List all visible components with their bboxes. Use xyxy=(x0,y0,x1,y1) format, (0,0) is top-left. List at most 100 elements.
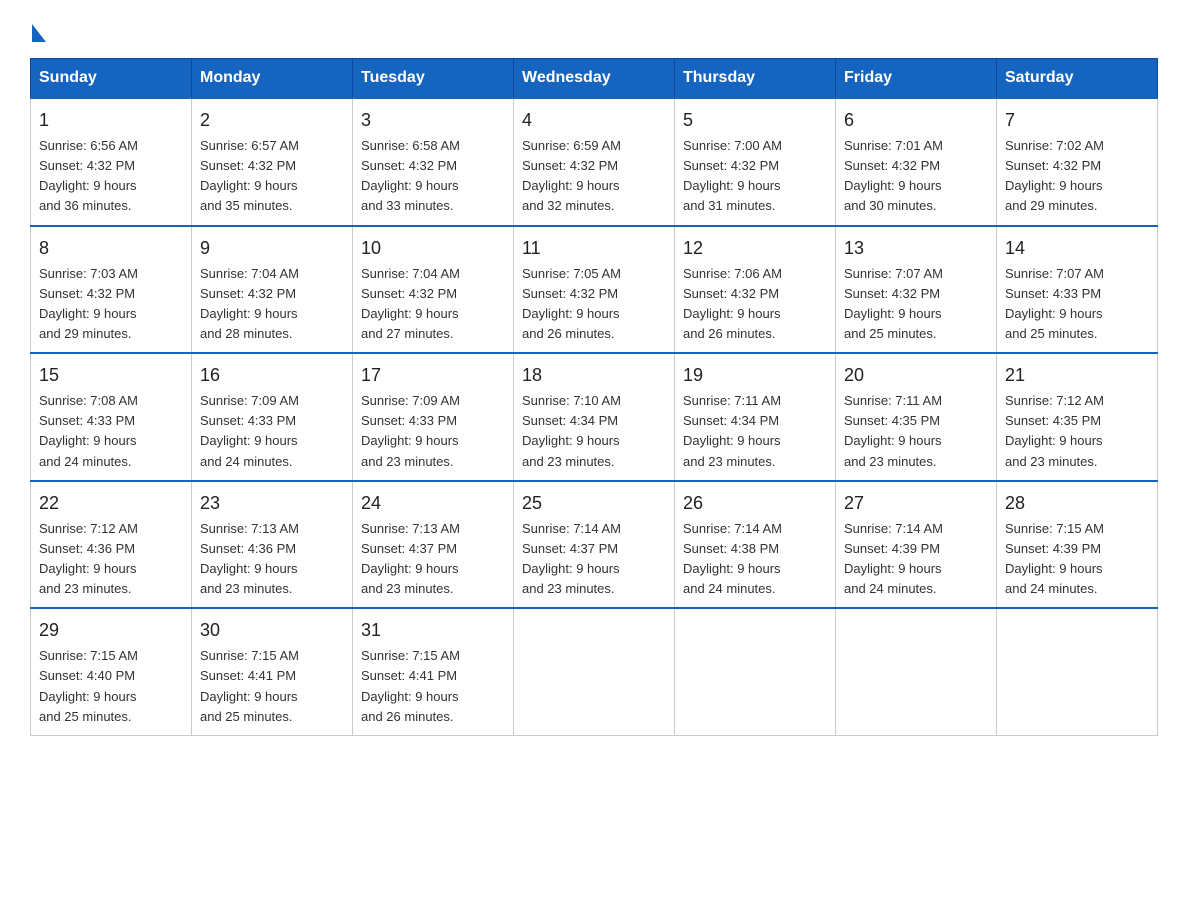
day-number: 14 xyxy=(1005,235,1149,262)
calendar-cell: 21 Sunrise: 7:12 AMSunset: 4:35 PMDaylig… xyxy=(997,353,1158,481)
day-info: Sunrise: 7:05 AMSunset: 4:32 PMDaylight:… xyxy=(522,266,621,341)
day-info: Sunrise: 7:03 AMSunset: 4:32 PMDaylight:… xyxy=(39,266,138,341)
day-info: Sunrise: 7:12 AMSunset: 4:36 PMDaylight:… xyxy=(39,521,138,596)
day-info: Sunrise: 7:07 AMSunset: 4:32 PMDaylight:… xyxy=(844,266,943,341)
day-number: 3 xyxy=(361,107,505,134)
calendar-cell: 4 Sunrise: 6:59 AMSunset: 4:32 PMDayligh… xyxy=(514,98,675,226)
calendar-cell: 10 Sunrise: 7:04 AMSunset: 4:32 PMDaylig… xyxy=(353,226,514,354)
day-number: 26 xyxy=(683,490,827,517)
day-number: 28 xyxy=(1005,490,1149,517)
days-of-week-row: SundayMondayTuesdayWednesdayThursdayFrid… xyxy=(31,59,1158,99)
day-info: Sunrise: 7:15 AMSunset: 4:41 PMDaylight:… xyxy=(200,648,299,723)
day-number: 19 xyxy=(683,362,827,389)
day-number: 31 xyxy=(361,617,505,644)
calendar-cell: 23 Sunrise: 7:13 AMSunset: 4:36 PMDaylig… xyxy=(192,481,353,609)
day-of-week-header: Wednesday xyxy=(514,59,675,99)
calendar-week-row: 15 Sunrise: 7:08 AMSunset: 4:33 PMDaylig… xyxy=(31,353,1158,481)
day-info: Sunrise: 6:57 AMSunset: 4:32 PMDaylight:… xyxy=(200,138,299,213)
day-number: 10 xyxy=(361,235,505,262)
calendar-table: SundayMondayTuesdayWednesdayThursdayFrid… xyxy=(30,58,1158,736)
day-info: Sunrise: 7:15 AMSunset: 4:40 PMDaylight:… xyxy=(39,648,138,723)
calendar-cell: 15 Sunrise: 7:08 AMSunset: 4:33 PMDaylig… xyxy=(31,353,192,481)
calendar-cell: 24 Sunrise: 7:13 AMSunset: 4:37 PMDaylig… xyxy=(353,481,514,609)
calendar-cell: 3 Sunrise: 6:58 AMSunset: 4:32 PMDayligh… xyxy=(353,98,514,226)
calendar-cell: 31 Sunrise: 7:15 AMSunset: 4:41 PMDaylig… xyxy=(353,608,514,735)
day-number: 6 xyxy=(844,107,988,134)
day-number: 18 xyxy=(522,362,666,389)
day-number: 8 xyxy=(39,235,183,262)
calendar-cell xyxy=(836,608,997,735)
calendar-cell: 17 Sunrise: 7:09 AMSunset: 4:33 PMDaylig… xyxy=(353,353,514,481)
day-of-week-header: Sunday xyxy=(31,59,192,99)
day-info: Sunrise: 7:14 AMSunset: 4:37 PMDaylight:… xyxy=(522,521,621,596)
day-info: Sunrise: 7:11 AMSunset: 4:34 PMDaylight:… xyxy=(683,393,781,468)
day-number: 11 xyxy=(522,235,666,262)
calendar-cell: 25 Sunrise: 7:14 AMSunset: 4:37 PMDaylig… xyxy=(514,481,675,609)
logo xyxy=(30,20,46,38)
day-info: Sunrise: 7:04 AMSunset: 4:32 PMDaylight:… xyxy=(200,266,299,341)
calendar-cell: 22 Sunrise: 7:12 AMSunset: 4:36 PMDaylig… xyxy=(31,481,192,609)
day-info: Sunrise: 7:12 AMSunset: 4:35 PMDaylight:… xyxy=(1005,393,1104,468)
day-number: 12 xyxy=(683,235,827,262)
day-number: 9 xyxy=(200,235,344,262)
day-info: Sunrise: 7:15 AMSunset: 4:41 PMDaylight:… xyxy=(361,648,460,723)
day-number: 27 xyxy=(844,490,988,517)
day-number: 25 xyxy=(522,490,666,517)
day-number: 30 xyxy=(200,617,344,644)
calendar-cell: 18 Sunrise: 7:10 AMSunset: 4:34 PMDaylig… xyxy=(514,353,675,481)
day-info: Sunrise: 7:09 AMSunset: 4:33 PMDaylight:… xyxy=(200,393,299,468)
day-of-week-header: Tuesday xyxy=(353,59,514,99)
day-number: 21 xyxy=(1005,362,1149,389)
calendar-cell: 26 Sunrise: 7:14 AMSunset: 4:38 PMDaylig… xyxy=(675,481,836,609)
day-info: Sunrise: 7:02 AMSunset: 4:32 PMDaylight:… xyxy=(1005,138,1104,213)
day-of-week-header: Friday xyxy=(836,59,997,99)
day-number: 13 xyxy=(844,235,988,262)
calendar-cell xyxy=(675,608,836,735)
calendar-cell: 2 Sunrise: 6:57 AMSunset: 4:32 PMDayligh… xyxy=(192,98,353,226)
calendar-cell: 8 Sunrise: 7:03 AMSunset: 4:32 PMDayligh… xyxy=(31,226,192,354)
calendar-cell: 14 Sunrise: 7:07 AMSunset: 4:33 PMDaylig… xyxy=(997,226,1158,354)
day-info: Sunrise: 7:10 AMSunset: 4:34 PMDaylight:… xyxy=(522,393,621,468)
calendar-cell: 16 Sunrise: 7:09 AMSunset: 4:33 PMDaylig… xyxy=(192,353,353,481)
day-info: Sunrise: 7:01 AMSunset: 4:32 PMDaylight:… xyxy=(844,138,943,213)
calendar-cell: 12 Sunrise: 7:06 AMSunset: 4:32 PMDaylig… xyxy=(675,226,836,354)
day-info: Sunrise: 7:11 AMSunset: 4:35 PMDaylight:… xyxy=(844,393,942,468)
day-info: Sunrise: 7:04 AMSunset: 4:32 PMDaylight:… xyxy=(361,266,460,341)
calendar-week-row: 29 Sunrise: 7:15 AMSunset: 4:40 PMDaylig… xyxy=(31,608,1158,735)
day-number: 4 xyxy=(522,107,666,134)
day-info: Sunrise: 7:13 AMSunset: 4:36 PMDaylight:… xyxy=(200,521,299,596)
day-number: 16 xyxy=(200,362,344,389)
calendar-cell: 1 Sunrise: 6:56 AMSunset: 4:32 PMDayligh… xyxy=(31,98,192,226)
calendar-cell: 19 Sunrise: 7:11 AMSunset: 4:34 PMDaylig… xyxy=(675,353,836,481)
day-number: 22 xyxy=(39,490,183,517)
day-info: Sunrise: 7:14 AMSunset: 4:39 PMDaylight:… xyxy=(844,521,943,596)
calendar-cell: 11 Sunrise: 7:05 AMSunset: 4:32 PMDaylig… xyxy=(514,226,675,354)
day-number: 15 xyxy=(39,362,183,389)
calendar-cell xyxy=(997,608,1158,735)
logo-triangle-icon xyxy=(32,24,46,42)
day-info: Sunrise: 7:09 AMSunset: 4:33 PMDaylight:… xyxy=(361,393,460,468)
day-info: Sunrise: 7:07 AMSunset: 4:33 PMDaylight:… xyxy=(1005,266,1104,341)
day-number: 29 xyxy=(39,617,183,644)
calendar-cell: 29 Sunrise: 7:15 AMSunset: 4:40 PMDaylig… xyxy=(31,608,192,735)
day-info: Sunrise: 7:15 AMSunset: 4:39 PMDaylight:… xyxy=(1005,521,1104,596)
day-number: 17 xyxy=(361,362,505,389)
day-info: Sunrise: 7:06 AMSunset: 4:32 PMDaylight:… xyxy=(683,266,782,341)
day-of-week-header: Thursday xyxy=(675,59,836,99)
day-of-week-header: Monday xyxy=(192,59,353,99)
calendar-cell: 7 Sunrise: 7:02 AMSunset: 4:32 PMDayligh… xyxy=(997,98,1158,226)
day-info: Sunrise: 6:59 AMSunset: 4:32 PMDaylight:… xyxy=(522,138,621,213)
day-info: Sunrise: 7:14 AMSunset: 4:38 PMDaylight:… xyxy=(683,521,782,596)
day-number: 23 xyxy=(200,490,344,517)
day-number: 5 xyxy=(683,107,827,134)
calendar-cell: 28 Sunrise: 7:15 AMSunset: 4:39 PMDaylig… xyxy=(997,481,1158,609)
calendar-week-row: 8 Sunrise: 7:03 AMSunset: 4:32 PMDayligh… xyxy=(31,226,1158,354)
day-info: Sunrise: 7:13 AMSunset: 4:37 PMDaylight:… xyxy=(361,521,460,596)
day-info: Sunrise: 7:08 AMSunset: 4:33 PMDaylight:… xyxy=(39,393,138,468)
day-number: 24 xyxy=(361,490,505,517)
calendar-cell: 27 Sunrise: 7:14 AMSunset: 4:39 PMDaylig… xyxy=(836,481,997,609)
day-info: Sunrise: 6:56 AMSunset: 4:32 PMDaylight:… xyxy=(39,138,138,213)
calendar-cell: 13 Sunrise: 7:07 AMSunset: 4:32 PMDaylig… xyxy=(836,226,997,354)
day-number: 20 xyxy=(844,362,988,389)
day-info: Sunrise: 6:58 AMSunset: 4:32 PMDaylight:… xyxy=(361,138,460,213)
